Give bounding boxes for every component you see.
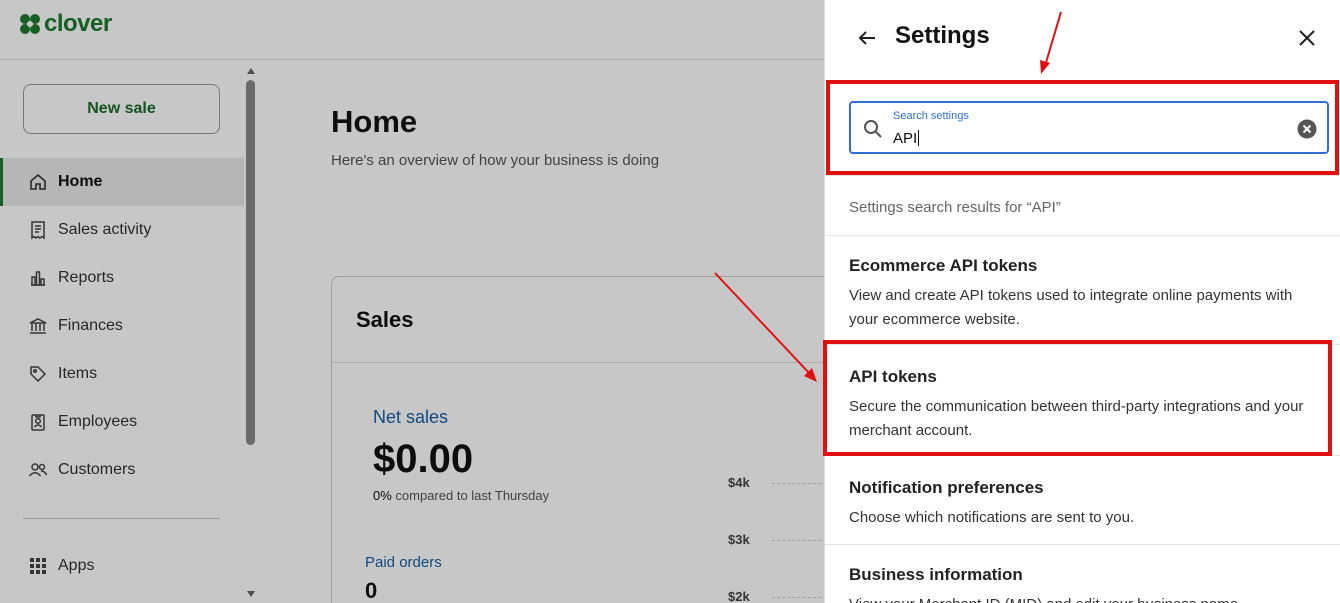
settings-panel: Settings Search settings API Settings se… (824, 0, 1340, 603)
result-title: Business information (849, 565, 1023, 584)
result-title: API tokens (849, 367, 937, 386)
result-title: Notification preferences (849, 478, 1044, 497)
result-business-information[interactable]: Business information View your Merchant … (849, 565, 1319, 603)
divider (825, 344, 1340, 345)
result-description: View your Merchant ID (MID) and edit you… (849, 593, 1319, 603)
close-icon[interactable] (1295, 26, 1319, 50)
result-description: Secure the communication between third-p… (849, 398, 1304, 439)
back-arrow-icon[interactable] (855, 26, 879, 50)
divider (825, 175, 1340, 176)
result-description: Choose which notifications are sent to y… (849, 509, 1135, 526)
result-title: Ecommerce API tokens (849, 256, 1038, 275)
search-icon (864, 120, 882, 138)
modal-backdrop[interactable] (0, 0, 824, 603)
divider (825, 544, 1340, 545)
search-field-label: Search settings (893, 110, 969, 122)
clear-search-icon[interactable] (1297, 119, 1317, 139)
settings-search-input[interactable]: Search settings API (849, 101, 1329, 154)
result-notification-preferences[interactable]: Notification preferences Choose which no… (849, 478, 1319, 530)
settings-panel-header: Settings (825, 0, 1340, 76)
search-results-heading: Settings search results for “API” (849, 199, 1061, 216)
divider (825, 235, 1340, 236)
search-field-value[interactable]: API (893, 130, 920, 147)
text-caret (918, 130, 920, 146)
result-ecommerce-api-tokens[interactable]: Ecommerce API tokens View and create API… (849, 256, 1319, 332)
result-description: View and create API tokens used to integ… (849, 287, 1293, 328)
search-query-text: API (893, 130, 918, 147)
settings-title: Settings (895, 22, 990, 49)
result-api-tokens[interactable]: API tokens Secure the communication betw… (849, 367, 1319, 443)
divider (825, 455, 1340, 456)
